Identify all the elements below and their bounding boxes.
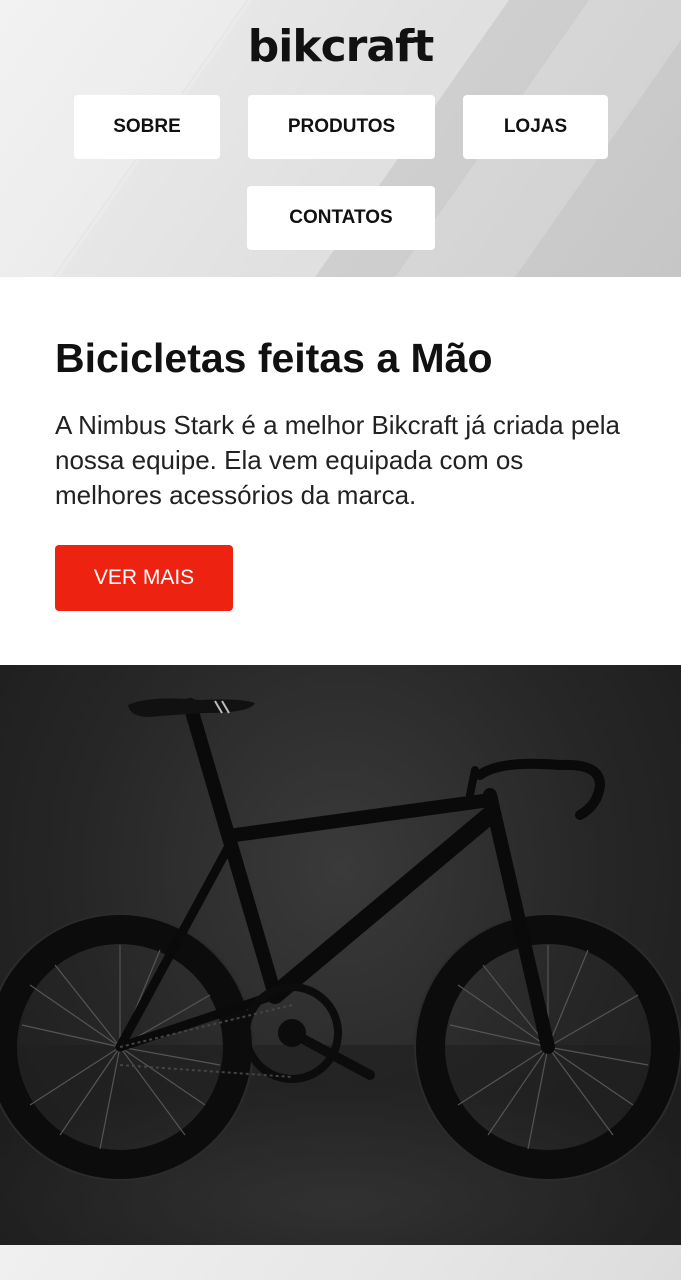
header: bikcraft SOBRE PRODUTOS LOJAS CONTATOS xyxy=(0,0,681,277)
intro-description: A Nimbus Stark é a melhor Bikcraft já cr… xyxy=(55,410,621,510)
bicycle-frame xyxy=(115,698,606,1054)
bicycle-illustration xyxy=(0,698,681,1245)
logo[interactable]: bikcraft xyxy=(0,20,681,74)
next-section-strip xyxy=(0,1245,681,1280)
ver-mais-button[interactable]: VER MAIS xyxy=(55,545,233,611)
hero-bicycle-image xyxy=(0,665,681,1245)
nav-lojas-button[interactable]: LOJAS xyxy=(463,95,608,159)
page-title: Bicicletas feitas a Mão xyxy=(55,335,493,381)
nav-produtos-button[interactable]: PRODUTOS xyxy=(248,95,435,159)
nav-contatos-button[interactable]: CONTATOS xyxy=(247,186,435,250)
nav-sobre-button[interactable]: SOBRE xyxy=(74,95,220,159)
intro-section: Bicicletas feitas a Mão A Nimbus Stark é… xyxy=(55,330,635,513)
